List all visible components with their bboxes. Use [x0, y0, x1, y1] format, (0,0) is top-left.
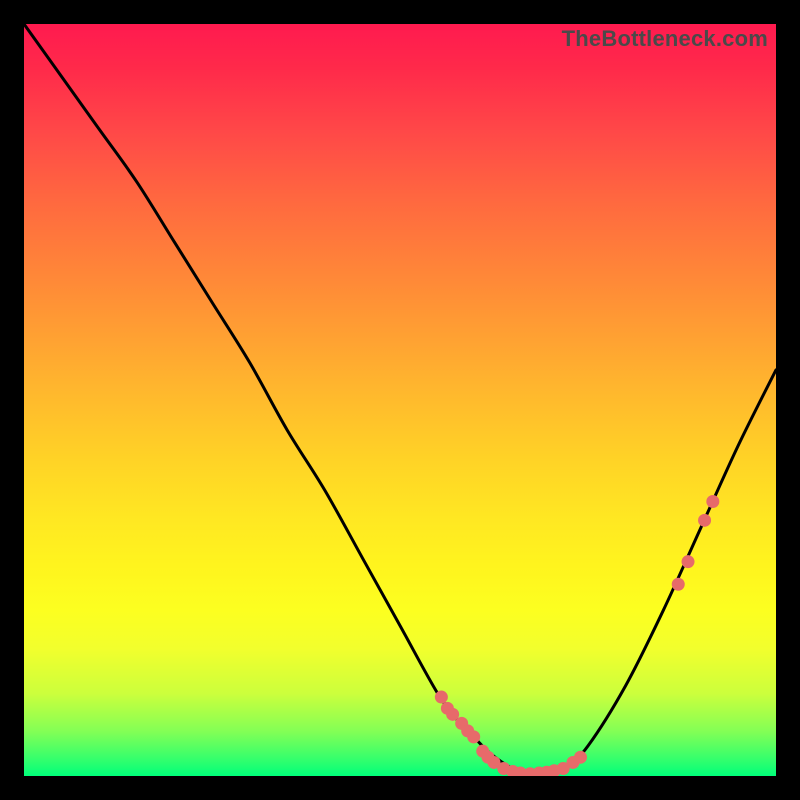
data-marker: [574, 751, 587, 764]
data-marker: [682, 555, 695, 568]
data-marker: [698, 514, 711, 527]
data-marker: [706, 495, 719, 508]
chart-frame: TheBottleneck.com: [24, 24, 776, 776]
data-marker: [672, 578, 685, 591]
bottleneck-chart: [24, 24, 776, 776]
curve-line: [24, 24, 776, 774]
data-marker: [467, 730, 480, 743]
data-marker: [435, 691, 448, 704]
